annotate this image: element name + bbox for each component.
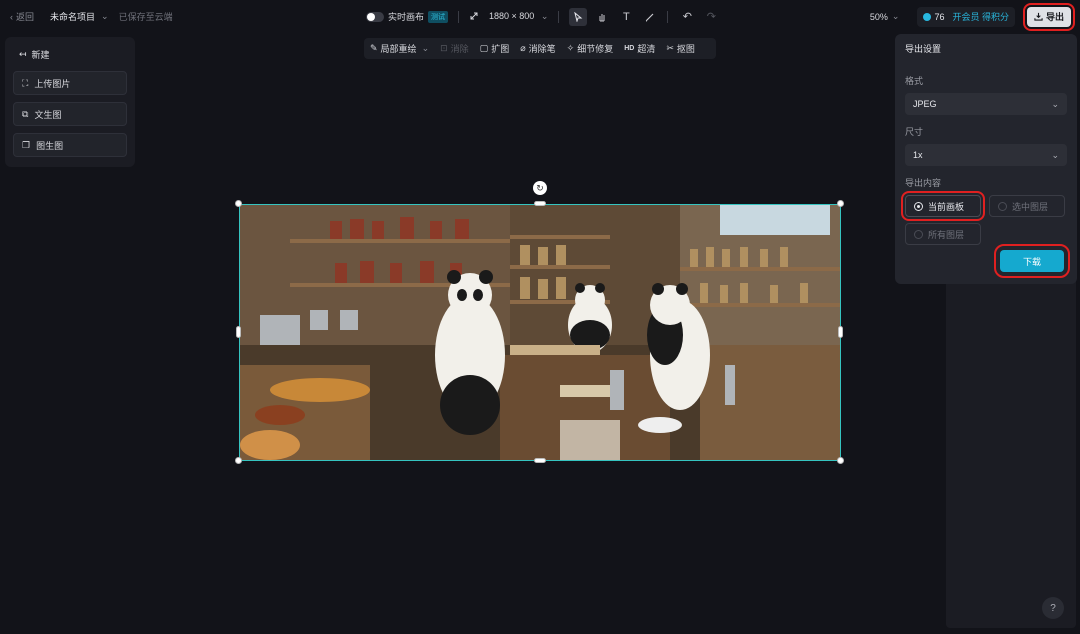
brush-icon	[646, 13, 654, 22]
resize-icon[interactable]	[469, 11, 479, 23]
hand-tool-button[interactable]	[593, 8, 611, 26]
content-label: 导出内容	[905, 178, 942, 188]
chevron-down-icon: ⌄	[540, 11, 549, 21]
undo-button[interactable]: ↶	[678, 8, 696, 26]
image-edit-toolbar: ✎ 局部重绘 ⌄ ⊡ 消除 ▢ 扩图 ⌀ 消除笔 ✧ 细节修复 HD 超清 ✂ …	[364, 38, 716, 59]
cursor-icon	[574, 11, 583, 22]
credit-coin-icon	[923, 12, 932, 21]
text-to-image-icon: ⧉	[22, 108, 29, 119]
collapse-left-icon: ↤	[19, 48, 27, 59]
download-button[interactable]: 下载	[994, 244, 1070, 278]
upload-image-button[interactable]: ⛶ 上传图片	[13, 71, 127, 95]
panel-title: 导出设置	[905, 44, 942, 54]
resize-handle-right[interactable]	[838, 326, 843, 338]
format-select[interactable]: JPEG ⌄	[905, 93, 1067, 115]
project-name-dropdown[interactable]: 未命名项目 ⌄	[44, 10, 109, 23]
left-panel: ↤ 新建 ⛶ 上传图片 ⧉ 文生图 ❐ 图生图	[5, 37, 135, 167]
panda-shop-illustration	[240, 205, 840, 460]
realtime-canvas-toggle[interactable]	[366, 11, 384, 22]
option-current-board[interactable]: 当前画板	[901, 191, 985, 221]
radio-icon	[998, 201, 1007, 211]
option-all-layers[interactable]: 所有图层	[905, 223, 981, 245]
radio-icon	[914, 229, 923, 239]
erase-icon: ⊡	[440, 43, 448, 53]
chevron-down-icon: ⌄	[101, 11, 109, 21]
text-icon: T	[623, 10, 630, 23]
new-button[interactable]: ↤ 新建	[13, 45, 127, 63]
beta-badge: 测试	[428, 10, 449, 23]
undo-icon: ↶	[682, 11, 692, 23]
chevron-down-icon: ⌄	[421, 43, 430, 53]
scissors-icon: ✂	[666, 43, 674, 53]
chevron-left-icon: ‹	[10, 11, 13, 22]
image-to-image-button[interactable]: ❐ 图生图	[13, 133, 127, 157]
option-selected-layer[interactable]: 选中图层	[989, 195, 1065, 217]
select-tool-button[interactable]	[569, 7, 588, 26]
back-button[interactable]: ‹ 返回	[10, 10, 34, 23]
eraser-pen-tool[interactable]: ⌀ 消除笔	[520, 42, 555, 55]
radio-checked-icon	[914, 201, 923, 211]
inpaint-tool[interactable]: ✎ 局部重绘 ⌄	[370, 42, 429, 55]
resize-handle-tr[interactable]	[837, 200, 844, 207]
redo-icon: ↷	[706, 11, 716, 23]
chevron-down-icon: ⌄	[1051, 149, 1059, 160]
upload-image-icon: ⛶	[22, 77, 29, 88]
divider	[458, 10, 460, 23]
resize-handle-left[interactable]	[236, 326, 241, 338]
brush-tool-button[interactable]	[641, 8, 659, 26]
canvas-image[interactable]	[239, 204, 841, 461]
format-label: 格式	[905, 76, 924, 86]
size-select[interactable]: 1x ⌄	[905, 144, 1067, 166]
credits-widget: 76 开会员 得积分	[917, 6, 1015, 27]
rotate-icon: ↻	[536, 182, 544, 193]
export-settings-panel: 导出设置 格式 JPEG ⌄ 尺寸 1x ⌄ 导出内容 当前画板 选中图层 所有…	[895, 34, 1077, 284]
redo-button[interactable]: ↷	[702, 8, 720, 26]
divider	[558, 10, 560, 23]
hd-icon: HD	[624, 45, 635, 52]
content-options: 当前画板 选中图层 所有图层	[901, 191, 1067, 245]
cutout-tool[interactable]: ✂ 抠图	[666, 42, 695, 55]
resize-handle-bl[interactable]	[235, 457, 242, 464]
brush-icon: ✎	[370, 43, 378, 53]
export-button[interactable]: 导出	[1022, 2, 1076, 31]
zoom-dropdown[interactable]: 50% ⌄	[870, 11, 900, 22]
chevron-down-icon: ⌄	[1051, 98, 1059, 109]
help-button[interactable]: ?	[1042, 597, 1064, 619]
outpaint-tool[interactable]: ▢ 扩图	[480, 42, 510, 55]
save-status: 已保存至云端	[118, 12, 173, 22]
detail-repair-tool[interactable]: ✧ 细节修复	[567, 42, 614, 55]
hand-icon	[599, 13, 605, 21]
eraser-icon: ⌀	[520, 43, 526, 53]
top-bar: ‹ 返回 未命名项目 ⌄ 已保存至云端 实时画布 测试 1880 × 800 ⌄…	[0, 0, 1080, 33]
canvas-size-dropdown[interactable]: 1880 × 800 ⌄	[489, 11, 548, 22]
magic-wand-icon: ✧	[566, 43, 575, 53]
expand-icon: ▢	[479, 43, 489, 53]
text-to-image-button[interactable]: ⧉ 文生图	[13, 102, 127, 126]
resize-handle-top[interactable]	[534, 201, 546, 206]
divider	[667, 10, 669, 23]
vip-link[interactable]: 开会员 得积分	[952, 10, 1009, 23]
chevron-down-icon: ⌄	[891, 11, 900, 21]
erase-tool[interactable]: ⊡ 消除	[440, 42, 469, 55]
resize-handle-br[interactable]	[837, 457, 844, 464]
download-icon	[1034, 12, 1043, 21]
size-label: 尺寸	[905, 127, 924, 137]
resize-handle-bottom[interactable]	[534, 458, 546, 463]
image-to-image-icon: ❐	[22, 139, 31, 150]
rotate-handle[interactable]: ↻	[533, 181, 547, 195]
resize-handle-tl[interactable]	[235, 200, 242, 207]
text-tool-button[interactable]: T	[617, 8, 635, 26]
upscale-tool[interactable]: HD 超清	[624, 42, 655, 55]
